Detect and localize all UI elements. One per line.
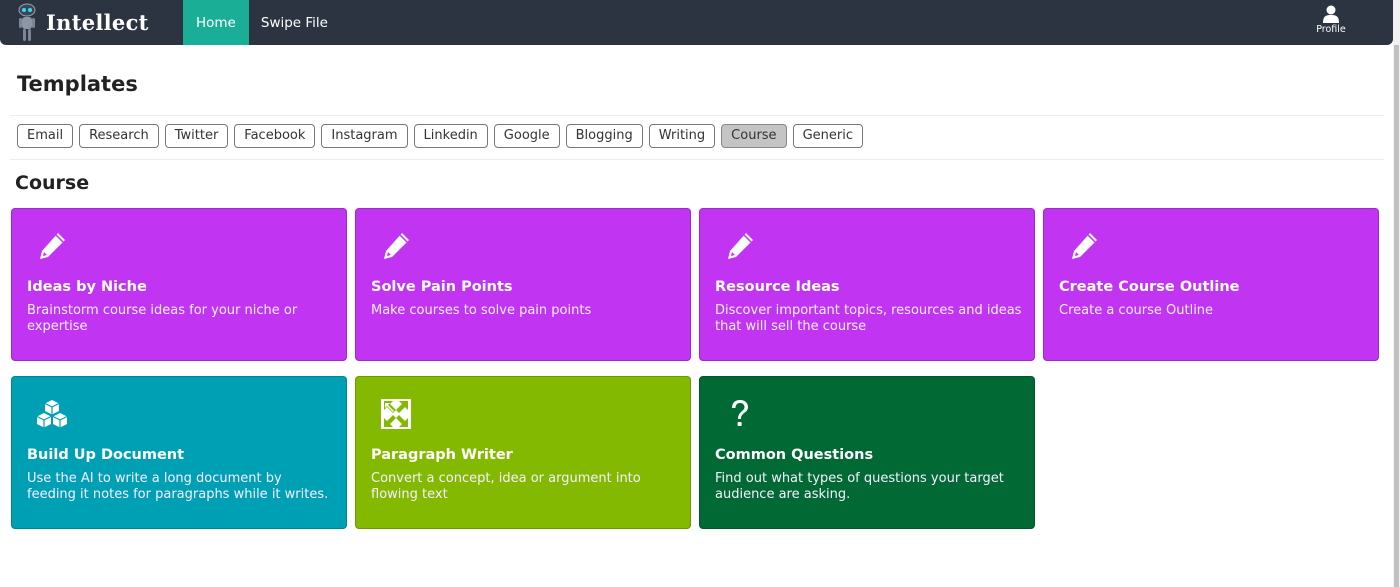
card-title: Create Course Outline — [1059, 279, 1240, 295]
filter-writing[interactable]: Writing — [648, 124, 716, 148]
template-card-common-questions[interactable]: Common Questions Find out what types of … — [699, 376, 1035, 529]
scrollbar-thumb[interactable] — [1394, 45, 1399, 587]
card-description: Convert a concept, idea or argument into… — [371, 471, 641, 502]
card-title: Common Questions — [715, 447, 874, 463]
divider — [10, 159, 1384, 160]
pencil-icon — [35, 229, 69, 263]
card-description: Discover important topics, resources and… — [715, 303, 1022, 334]
filter-course[interactable]: Course — [721, 124, 787, 148]
section-title: Course — [15, 172, 90, 194]
cubes-icon — [35, 397, 69, 431]
template-card-create-course-outline[interactable]: Create Course Outline Create a course Ou… — [1043, 208, 1379, 361]
page-title: Templates — [17, 72, 138, 96]
pencil-icon — [1067, 229, 1101, 263]
card-title: Resource Ideas — [715, 279, 840, 295]
category-filters: Email Research Twitter Facebook Instagra… — [17, 124, 863, 148]
expand-arrows-icon — [379, 397, 413, 431]
card-description: Find out what types of questions your ta… — [715, 471, 1004, 502]
filter-blogging[interactable]: Blogging — [565, 124, 643, 148]
filter-instagram[interactable]: Instagram — [321, 124, 408, 148]
filter-research[interactable]: Research — [79, 124, 159, 148]
filter-linkedin[interactable]: Linkedin — [413, 124, 488, 148]
nav-home[interactable]: Home — [183, 0, 249, 45]
card-title: Solve Pain Points — [371, 279, 513, 295]
filter-twitter[interactable]: Twitter — [164, 124, 229, 148]
template-card-build-up-document[interactable]: Build Up Document Use the AI to write a … — [11, 376, 347, 529]
pencil-icon — [379, 229, 413, 263]
filter-email[interactable]: Email — [17, 124, 74, 148]
top-navbar: Intellect Home Swipe File Profile — [0, 0, 1393, 45]
profile-button[interactable]: Profile — [1311, 5, 1351, 35]
card-description: Create a course Outline — [1059, 303, 1214, 318]
card-description: Use the AI to write a long document by f… — [27, 471, 329, 502]
card-title: Build Up Document — [27, 447, 185, 463]
divider — [10, 115, 1384, 116]
filter-google[interactable]: Google — [493, 124, 560, 148]
card-description: Brainstorm course ideas for your niche o… — [27, 303, 298, 334]
template-card-ideas-by-niche[interactable]: Ideas by Niche Brainstorm course ideas f… — [11, 208, 347, 361]
filter-facebook[interactable]: Facebook — [234, 124, 316, 148]
filter-generic[interactable]: Generic — [792, 124, 863, 148]
brand[interactable]: Intellect — [0, 0, 183, 45]
card-title: Paragraph Writer — [371, 447, 513, 463]
nav-swipe-file[interactable]: Swipe File — [249, 0, 340, 45]
pencil-icon — [723, 229, 757, 263]
template-card-resource-ideas[interactable]: Resource Ideas Discover important topics… — [699, 208, 1035, 361]
template-card-solve-pain-points[interactable]: Solve Pain Points Make courses to solve … — [355, 208, 691, 361]
robot-logo-icon — [18, 3, 36, 41]
profile-label: Profile — [1316, 24, 1346, 35]
scrollbar[interactable] — [1393, 0, 1400, 587]
question-icon — [723, 397, 757, 431]
brand-name: Intellect — [46, 10, 149, 35]
card-description: Make courses to solve pain points — [371, 303, 592, 318]
card-title: Ideas by Niche — [27, 279, 147, 295]
template-card-paragraph-writer[interactable]: Paragraph Writer Convert a concept, idea… — [355, 376, 691, 529]
user-icon — [1323, 5, 1339, 23]
